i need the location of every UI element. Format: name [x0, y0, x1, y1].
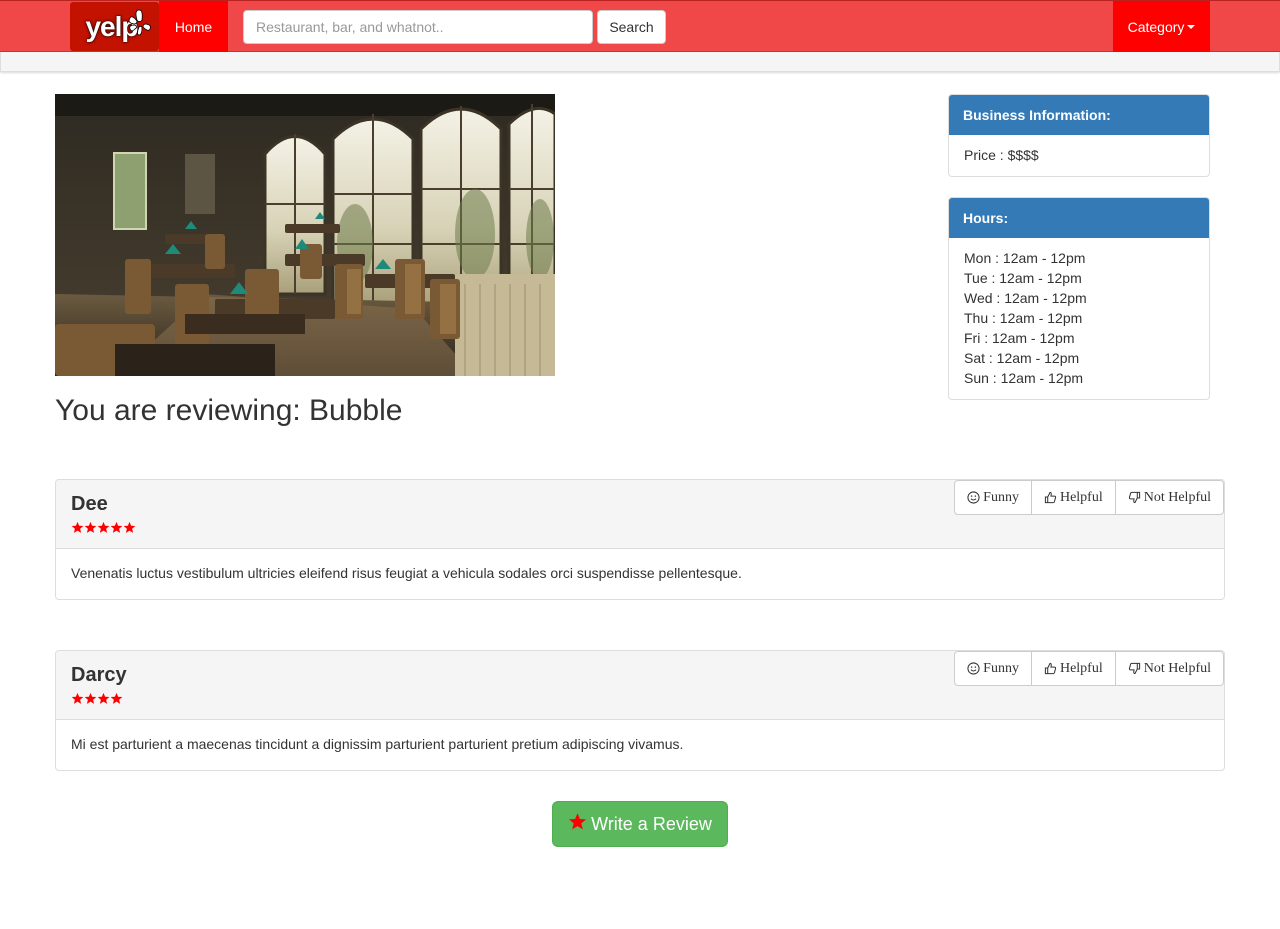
star-icon — [84, 521, 97, 533]
hours-body: Mon : 12am - 12pm Tue : 12am - 12pm Wed … — [949, 238, 1209, 398]
write-review-button[interactable]: Write a Review — [552, 801, 728, 847]
not-helpful-button[interactable]: Not Helpful — [1114, 651, 1224, 686]
business-info-panel: Business Information: Price : $$$$ — [948, 94, 1210, 177]
review-text: Mi est parturient a maecenas tincidunt a… — [71, 736, 684, 752]
review-card: Darcy Funny Helpful Not Helpful Mi est p… — [55, 650, 1225, 771]
star-icon — [97, 692, 110, 704]
nav-home-link[interactable]: Home — [159, 1, 228, 52]
smile-icon — [967, 662, 980, 675]
star-icon — [97, 521, 110, 533]
reviewer-name: Darcy — [71, 664, 127, 686]
star-rating — [71, 692, 123, 705]
hours-panel: Hours: Mon : 12am - 12pm Tue : 12am - 12… — [948, 197, 1210, 400]
write-review-label: Write a Review — [591, 813, 712, 834]
search-button[interactable]: Search — [597, 10, 666, 44]
hours-line-fri: Fri : 12am - 12pm — [964, 330, 1075, 346]
search-input[interactable] — [243, 10, 593, 44]
category-label: Category — [1127, 18, 1185, 35]
reaction-button-group: Funny Helpful Not Helpful — [954, 480, 1224, 515]
hours-line-sat: Sat : 12am - 12pm — [964, 350, 1080, 366]
hours-heading: Hours: — [949, 198, 1209, 238]
yelp-burst-icon — [128, 9, 151, 36]
star-icon — [568, 812, 587, 836]
star-icon — [71, 692, 84, 704]
hours-line-sun: Sun : 12am - 12pm — [964, 370, 1084, 386]
review-card: Dee Funny Helpful Not Helpful Venenatis … — [55, 479, 1225, 600]
business-info-body: Price : $$$$ — [949, 135, 1209, 175]
helpful-label: Helpful — [1059, 489, 1103, 505]
funny-label: Funny — [983, 489, 1019, 505]
hours-line-tue: Tue : 12am - 12pm — [964, 270, 1082, 286]
thumbs-up-icon — [1044, 491, 1057, 504]
thumbs-down-icon — [1128, 491, 1141, 504]
star-icon — [110, 521, 123, 533]
hours-line-wed: Wed : 12am - 12pm — [964, 290, 1087, 306]
helpful-label: Helpful — [1059, 660, 1103, 676]
hours-line-mon: Mon : 12am - 12pm — [964, 250, 1086, 266]
navbar: yelp Home Search Category — [0, 0, 1280, 52]
star-icon — [123, 521, 136, 533]
thumbs-up-icon — [1044, 662, 1057, 675]
restaurant-photo — [55, 94, 555, 376]
funny-button[interactable]: Funny — [954, 480, 1032, 515]
category-dropdown[interactable]: Category — [1113, 1, 1210, 52]
sub-navbar — [0, 52, 1280, 72]
not-helpful-label: Not Helpful — [1143, 489, 1211, 505]
not-helpful-label: Not Helpful — [1143, 660, 1211, 676]
funny-label: Funny — [983, 660, 1019, 676]
star-icon — [71, 521, 84, 533]
reaction-button-group: Funny Helpful Not Helpful — [954, 651, 1224, 686]
yelp-logo[interactable]: yelp — [70, 2, 159, 51]
funny-button[interactable]: Funny — [954, 651, 1032, 686]
review-header: Dee Funny Helpful Not Helpful — [56, 480, 1224, 549]
review-header: Darcy Funny Helpful Not Helpful — [56, 651, 1224, 720]
not-helpful-button[interactable]: Not Helpful — [1114, 480, 1224, 515]
reviewer-name: Dee — [71, 493, 108, 515]
business-info-heading: Business Information: — [949, 95, 1209, 135]
star-icon — [84, 692, 97, 704]
page-title: You are reviewing: Bubble — [55, 394, 403, 427]
helpful-button[interactable]: Helpful — [1030, 480, 1116, 515]
caret-down-icon — [1187, 24, 1196, 29]
helpful-button[interactable]: Helpful — [1030, 651, 1116, 686]
price-text: Price : $$$$ — [964, 147, 1039, 163]
star-rating — [71, 521, 136, 534]
hours-line-thu: Thu : 12am - 12pm — [964, 310, 1083, 326]
thumbs-down-icon — [1128, 662, 1141, 675]
smile-icon — [967, 491, 980, 504]
review-text: Venenatis luctus vestibulum ultricies el… — [71, 565, 742, 581]
star-icon — [110, 692, 123, 704]
